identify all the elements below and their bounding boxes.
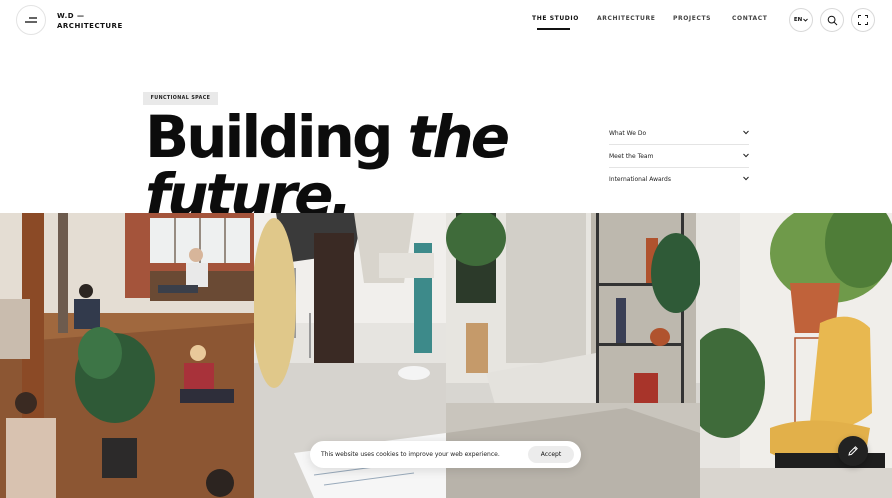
accordion-item-meet-the-team[interactable]: Meet the Team xyxy=(609,145,749,168)
expand-icon xyxy=(858,15,868,25)
chevron-down-icon xyxy=(803,18,809,22)
cookie-accept-button[interactable]: Accept xyxy=(528,446,574,463)
cookie-message: This website uses cookies to improve you… xyxy=(321,451,500,458)
search-icon xyxy=(827,15,837,25)
nav-item-the-studio[interactable]: THE STUDIO xyxy=(532,15,579,22)
accordion-label: International Awards xyxy=(609,176,671,183)
language-label: EN xyxy=(793,17,803,23)
cookie-banner: This website uses cookies to improve you… xyxy=(310,441,581,468)
menu-lines-icon xyxy=(25,17,37,23)
site-header: W.D — ARCHITECTURE THE STUDIO ARCHITECTU… xyxy=(0,0,892,40)
accordion-label: Meet the Team xyxy=(609,152,654,160)
logo-line-2: ARCHITECTURE xyxy=(57,22,123,30)
accordion-label: What We Do xyxy=(609,129,647,137)
chevron-down-icon xyxy=(743,130,749,135)
info-accordion: What We Do Meet the Team International A… xyxy=(609,122,749,191)
nav-item-architecture[interactable]: ARCHITECTURE xyxy=(597,15,655,22)
gallery-photo-office-team xyxy=(0,213,254,498)
expand-button[interactable] xyxy=(851,8,875,32)
nav-active-underline xyxy=(537,28,570,30)
edit-button[interactable] xyxy=(838,436,868,466)
site-logo[interactable]: W.D — ARCHITECTURE xyxy=(57,11,123,31)
logo-line-1: W.D — xyxy=(57,12,85,20)
nav-item-contact[interactable]: CONTACT xyxy=(732,15,768,22)
chevron-down-icon xyxy=(743,153,749,158)
accordion-item-what-we-do[interactable]: What We Do xyxy=(609,122,749,145)
accordion-item-international-awards[interactable]: International Awards xyxy=(609,168,749,191)
headline-word-the: the xyxy=(407,103,510,171)
nav-item-projects[interactable]: PROJECTS xyxy=(673,15,711,22)
chevron-down-icon xyxy=(743,176,749,181)
pencil-icon xyxy=(848,446,858,456)
search-button[interactable] xyxy=(820,8,844,32)
language-selector[interactable]: EN xyxy=(789,8,813,32)
menu-button[interactable] xyxy=(16,5,46,35)
hero-headline: Building the future. xyxy=(145,108,575,224)
